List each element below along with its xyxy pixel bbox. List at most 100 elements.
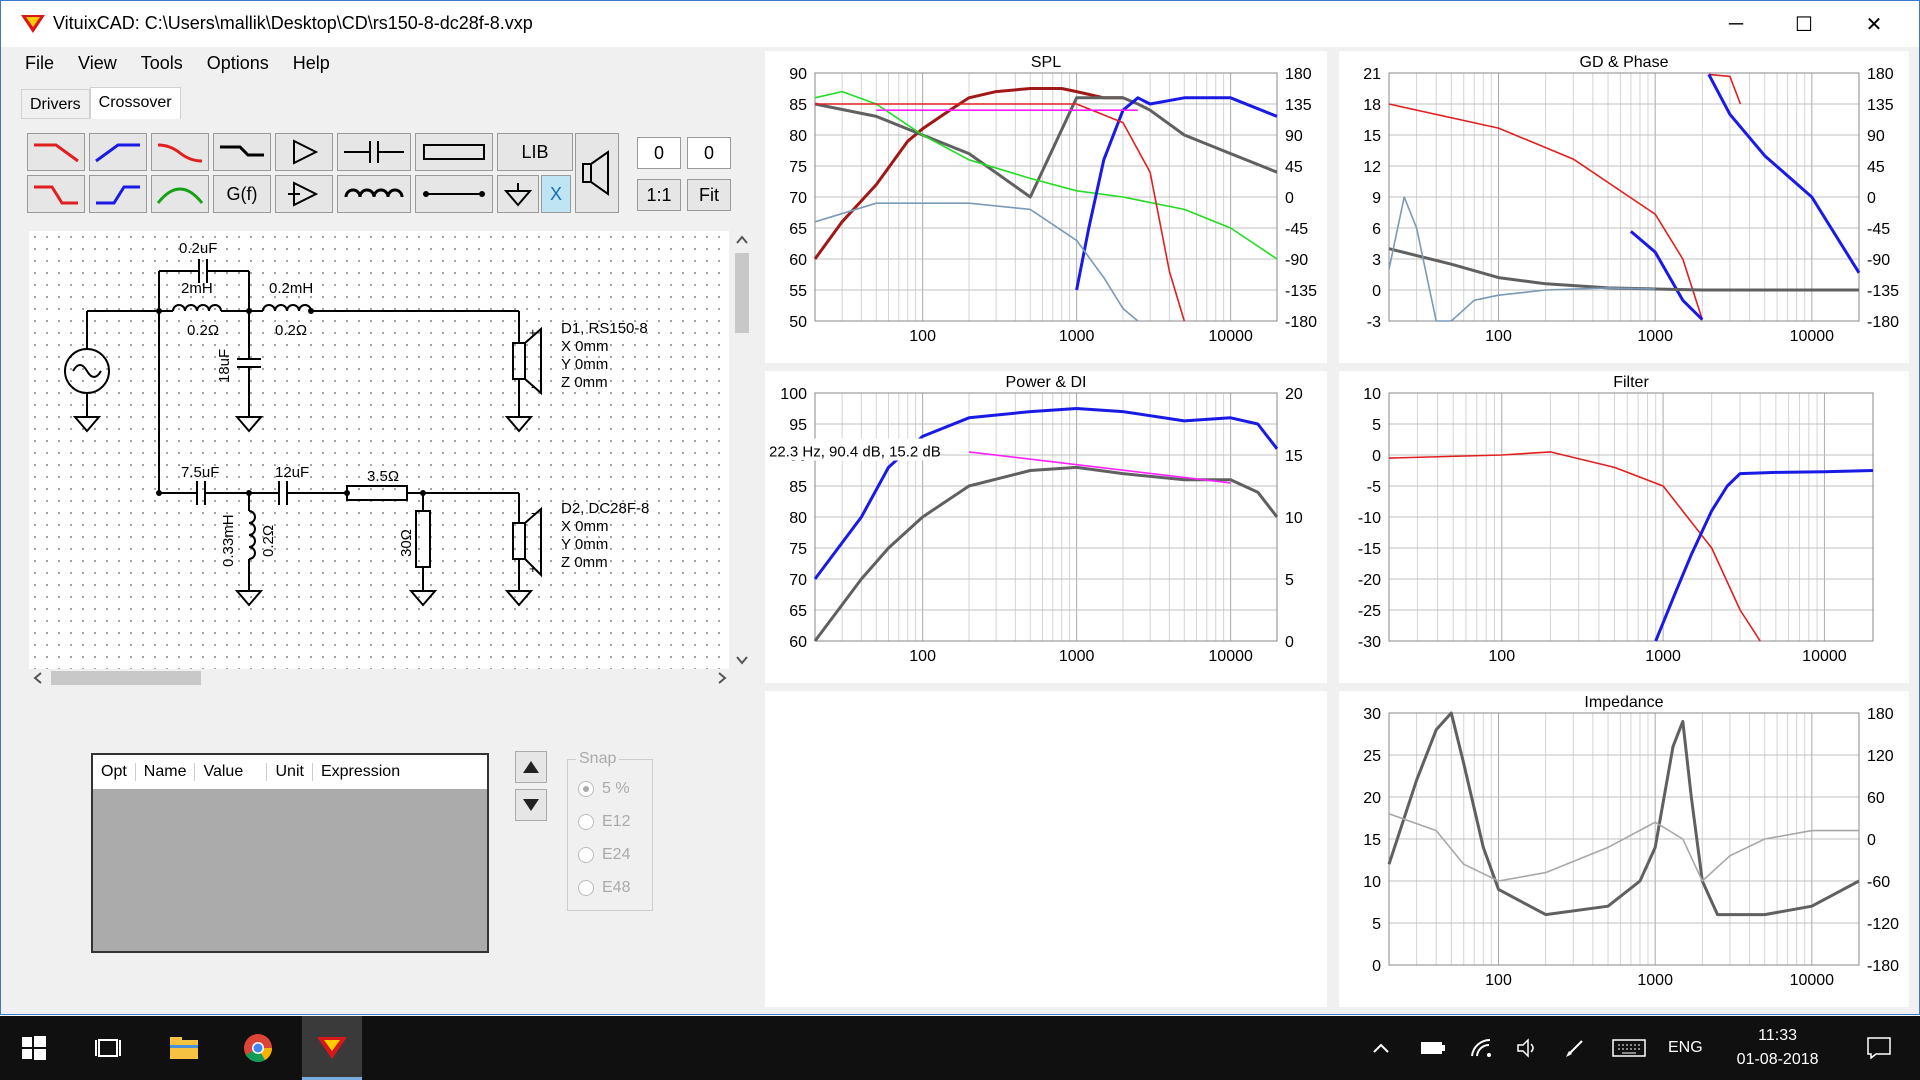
zoom-1to1-button[interactable]: 1:1 <box>637 179 681 211</box>
delete-x-button[interactable]: X <box>541 175 571 213</box>
schematic-vertical-scrollbar[interactable] <box>733 231 751 669</box>
close-button[interactable]: ✕ <box>1839 1 1909 47</box>
x-tick-label: 100 <box>1485 972 1512 989</box>
schematic-canvas[interactable]: 0.2uF 2mH 0.2Ω 0.2mH 0.2Ω 18uF 7.5uF 12u… <box>29 231 729 669</box>
filter-chart-panel[interactable]: 10 5 0 -5 -10 -15 -20 -25 -30 100 1000 10000 Filter <box>1339 371 1909 683</box>
schematic-horizontal-scrollbar[interactable] <box>29 669 733 687</box>
spl-chart-panel[interactable]: 90 85 80 75 70 65 60 55 50 180 135 90 45 0 -45 -90 -135 -… <box>765 51 1327 363</box>
gd-phase-chart-panel[interactable]: 21 18 15 12 9 6 3 0 -3 180 135 90 45 0 -45 -90 -135 -180 1… <box>1339 51 1909 363</box>
impedance-chart-panel[interactable]: 30 25 20 15 10 5 0 180 120 60 0 -60 -120 -180 100 1000 1… <box>1339 691 1909 1007</box>
summing-amplifier-button[interactable] <box>275 175 333 213</box>
menu-help[interactable]: Help <box>281 47 342 83</box>
y2-tick-label: -90 <box>1285 252 1308 269</box>
file-explorer-button[interactable] <box>154 1016 214 1080</box>
driver-speaker-button[interactable] <box>575 133 619 213</box>
shelf-button[interactable] <box>213 133 271 171</box>
ground-symbol <box>72 416 102 433</box>
y2-tick-label: 5 <box>1285 572 1294 589</box>
snap-5pct[interactable]: 5 % <box>578 780 630 798</box>
task-view-button[interactable] <box>78 1016 138 1080</box>
triangle-down-icon <box>523 799 539 811</box>
notch-button[interactable] <box>151 133 209 171</box>
resistor-button[interactable] <box>415 133 493 171</box>
y-tick-label: 70 <box>789 572 807 589</box>
keyboard-icon[interactable] <box>1612 1039 1646 1057</box>
inductor-button[interactable] <box>337 175 411 213</box>
wifi-icon[interactable] <box>1470 1038 1492 1058</box>
maximize-button[interactable]: ☐ <box>1769 1 1839 47</box>
x-tick-label: 100 <box>1485 328 1512 345</box>
chevron-up-icon[interactable] <box>1372 1042 1390 1054</box>
menu-view[interactable]: View <box>66 47 129 83</box>
clock-time: 11:33 <box>1758 1027 1798 1044</box>
library-button[interactable]: LIB <box>497 133 573 171</box>
optimizer-grid-header: Opt Name Value Unit Expression <box>93 755 487 789</box>
zoom-fit-button[interactable]: Fit <box>687 179 731 211</box>
snap-group: Snap 5 % E12 E24 E48 <box>567 750 653 911</box>
wire-button[interactable] <box>415 175 493 213</box>
x-tick-label: 10000 <box>1802 648 1847 665</box>
vituixcad-taskbar-button[interactable] <box>302 1016 362 1080</box>
left-pane: Drivers Crossover LIB G(f) X 0 0 1:1 Fit <box>13 85 753 1003</box>
lowpass-1st-button[interactable] <box>27 133 85 171</box>
y2-tick-label: 0 <box>1867 190 1876 207</box>
x-tick-label: 100 <box>909 648 936 665</box>
amplifier-button[interactable] <box>275 133 333 171</box>
clock[interactable]: 11:33 01-08-2018 <box>1737 1024 1819 1072</box>
lowpass-2nd-button[interactable] <box>27 175 85 213</box>
title-bar: VituixCAD: C:\Users\mallik\Desktop\CD\rs… <box>1 1 1919 47</box>
language-indicator[interactable]: ENG <box>1668 1039 1703 1057</box>
col-opt[interactable]: Opt <box>93 763 136 781</box>
tab-drivers[interactable]: Drivers <box>21 89 90 119</box>
offset-x-field[interactable]: 0 <box>637 137 681 169</box>
col-unit[interactable]: Unit <box>267 763 313 781</box>
x-tick-label: 1000 <box>1637 972 1673 989</box>
menu-tools[interactable]: Tools <box>129 47 195 83</box>
lowpass-2nd-icon <box>34 185 78 205</box>
snap-e48[interactable]: E48 <box>578 879 630 897</box>
tab-crossover[interactable]: Crossover <box>89 87 181 119</box>
bandpass-button[interactable] <box>151 175 209 213</box>
highpass-1st-button[interactable] <box>89 133 147 171</box>
start-button[interactable] <box>4 1016 64 1080</box>
action-center-icon[interactable] <box>1866 1037 1891 1059</box>
col-expression[interactable]: Expression <box>313 763 408 781</box>
r2-label: 0.2Ω <box>275 322 307 339</box>
radio-icon <box>578 847 594 863</box>
minimize-button[interactable]: ─ <box>1701 1 1771 47</box>
col-name[interactable]: Name <box>136 763 196 781</box>
offset-y-field[interactable]: 0 <box>687 137 731 169</box>
battery-icon[interactable] <box>1420 1041 1446 1055</box>
highpass-2nd-button[interactable] <box>89 175 147 213</box>
y-tick-label: 5 <box>1372 916 1381 933</box>
y2-tick-label: 180 <box>1285 66 1312 83</box>
y2-tick-label: 45 <box>1867 159 1885 176</box>
chrome-button[interactable] <box>228 1016 288 1080</box>
power-di-chart-panel[interactable]: 100959085807570656020151050100100010000P… <box>765 371 1327 683</box>
window-title: VituixCAD: C:\Users\mallik\Desktop\CD\rs… <box>53 13 533 33</box>
chart-title: Power & DI <box>1006 374 1087 391</box>
menu-file[interactable]: File <box>13 47 66 83</box>
ground-button[interactable] <box>497 175 539 213</box>
folder-icon <box>170 1037 198 1059</box>
pen-workspace-icon[interactable] <box>1564 1037 1586 1059</box>
capacitor-button[interactable] <box>337 133 411 171</box>
y-tick-label: 15 <box>1363 128 1381 145</box>
series-line-blue <box>1654 469 1874 642</box>
snap-e12[interactable]: E12 <box>578 813 630 831</box>
y-tick-label: 21 <box>1363 66 1381 83</box>
volume-icon[interactable] <box>1516 1038 1538 1058</box>
snap-e24[interactable]: E24 <box>578 846 630 864</box>
chart-svg: 21 18 15 12 9 6 3 0 -3 180 135 90 45 0 -45 -90 -135 -180 1… <box>1363 54 1899 345</box>
series-line-gray <box>1388 247 1859 292</box>
move-up-button[interactable] <box>515 751 547 783</box>
col-value[interactable]: Value <box>195 763 268 781</box>
optimizer-grid[interactable]: Opt Name Value Unit Expression <box>91 753 489 953</box>
x-tick-label: 1000 <box>1059 648 1095 665</box>
y2-tick-label: -120 <box>1867 916 1899 933</box>
menu-options[interactable]: Options <box>195 47 281 83</box>
y2-tick-label: 60 <box>1867 790 1885 807</box>
lowpass-red-icon <box>34 143 79 163</box>
transfer-function-button[interactable]: G(f) <box>213 175 271 213</box>
move-down-button[interactable] <box>515 789 547 821</box>
